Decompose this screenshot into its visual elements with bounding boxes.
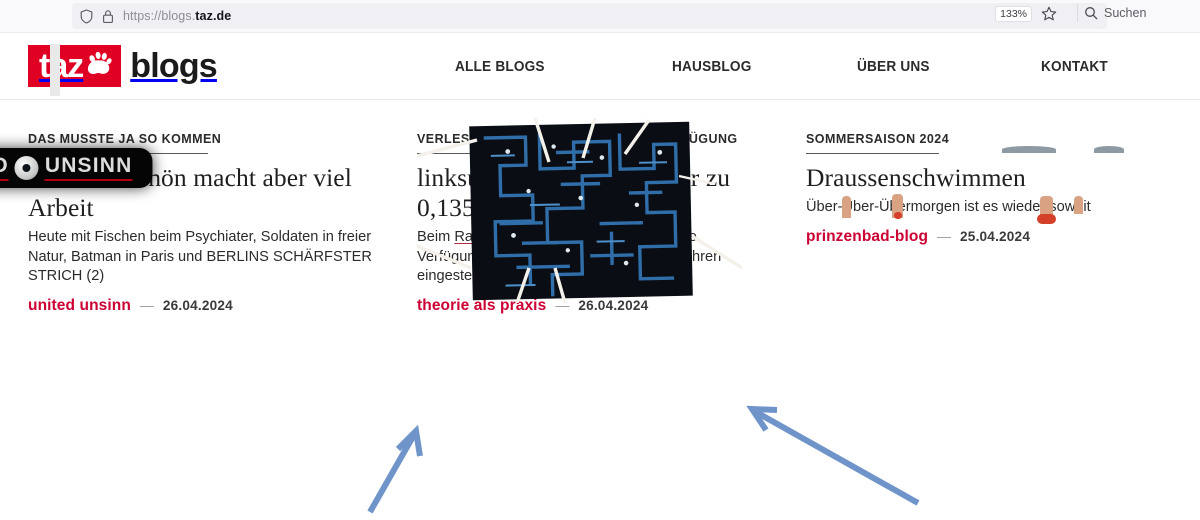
kicker-rule xyxy=(806,153,939,154)
nav-item-hausblog[interactable]: HAUSBLOG xyxy=(672,59,752,75)
nav-item-kontakt[interactable]: KONTAKT xyxy=(1041,59,1108,75)
nav-item-alle-blogs[interactable]: ALLE BLOGS xyxy=(455,59,545,75)
url-prefix: https://blogs. xyxy=(123,9,196,23)
url-domain: taz.de xyxy=(195,9,232,23)
lock-icon[interactable] xyxy=(102,9,114,24)
taz-logo-box: taz xyxy=(28,45,122,87)
url-text: https://blogs.taz.de xyxy=(123,9,231,23)
logo-blogs-text: blogs xyxy=(130,47,217,85)
teaser-text: Heute mit Fischen beim Psychiater, Solda… xyxy=(28,229,372,284)
article-kicker: SOMMERSAISON 2024 xyxy=(806,132,950,146)
toolbar-divider xyxy=(1077,4,1078,22)
article-byline: prinzenbad-blog — 25.04.2024 xyxy=(806,228,1153,246)
blog-name-link[interactable]: prinzenbad-blog xyxy=(806,228,928,246)
article-headline[interactable]: Draussenschwimmen xyxy=(806,163,1153,193)
site-header: taz blogs ALLE BLOGS HAUSBLOG ÜBER UNS K… xyxy=(0,33,1200,100)
shield-icon[interactable] xyxy=(80,8,93,24)
article-card[interactable]: VERLESUNG EINER EINSTELLUNGS-VERFÜGUNG l… xyxy=(417,118,764,315)
nav-item-ueber-uns[interactable]: ÜBER UNS xyxy=(857,59,930,75)
main-navigation: ALLE BLOGS HAUSBLOG ÜBER UNS KONTAKT TAZ… xyxy=(455,33,1200,100)
article-teaser: Über-Über-Übermorgen ist es wieder sowei… xyxy=(806,198,1153,218)
article-date: 25.04.2024 xyxy=(960,228,1031,244)
article-teaser: Heute mit Fischen beim Psychiater, Solda… xyxy=(28,228,375,287)
zoom-level-badge[interactable]: 133% xyxy=(995,6,1032,22)
address-bar[interactable]: https://blogs.taz.de xyxy=(72,3,1107,29)
paw-print-icon xyxy=(87,51,112,82)
bookmark-star-icon[interactable] xyxy=(1040,5,1058,23)
article-card[interactable]: SOMMERSAISON 2024 Draussenschwimmen Über… xyxy=(806,118,1153,315)
search-field[interactable]: Suchen xyxy=(1084,4,1192,22)
article-card[interactable]: UNITED UNSINN DAS MUSSTE JA SO KOMMEN Ku… xyxy=(0,44,375,315)
arrow-to-link xyxy=(367,424,423,514)
arrow-to-third-card xyxy=(746,405,920,506)
search-icon xyxy=(1084,6,1098,20)
article-date: 26.04.2024 xyxy=(162,297,233,313)
search-placeholder: Suchen xyxy=(1104,6,1147,20)
logo-taz-text: taz xyxy=(39,47,84,85)
byline-separator: — xyxy=(937,227,952,244)
address-bar-icons xyxy=(80,8,114,24)
article-byline: united unsinn — 26.04.2024 xyxy=(28,297,375,315)
article-grid: UNITED UNSINN DAS MUSSTE JA SO KOMMEN Ku… xyxy=(0,44,1200,315)
browser-toolbar: https://blogs.taz.de 133% Suchen xyxy=(0,0,1200,33)
byline-separator: — xyxy=(139,296,154,313)
blog-name-link[interactable]: united unsinn xyxy=(28,297,131,315)
article-kicker: DAS MUSSTE JA SO KOMMEN xyxy=(28,132,222,146)
